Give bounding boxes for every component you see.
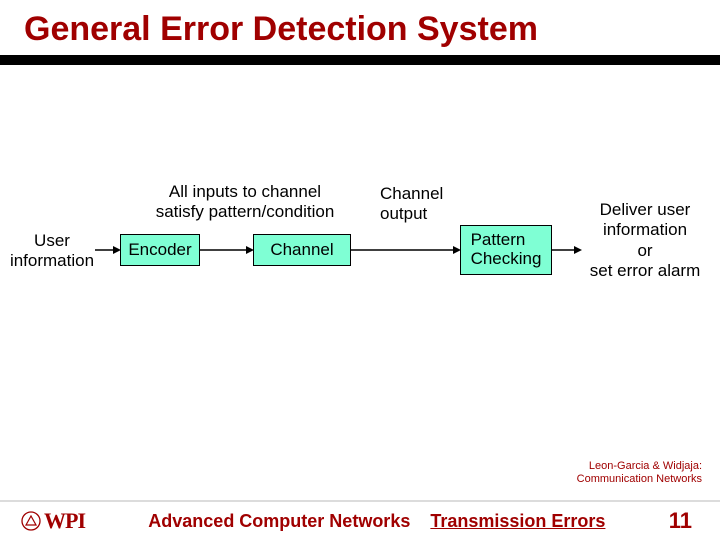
encoder-box: Encoder — [120, 234, 200, 266]
wpi-logo: WPI — [20, 508, 85, 534]
title-bar: General Error Detection System — [0, 0, 720, 65]
attribution-text: Leon-Garcia & Widjaja: Communication Net… — [577, 460, 702, 486]
footer-center: Advanced Computer Networks Transmission … — [148, 511, 605, 532]
wpi-logo-text: WPI — [44, 508, 85, 534]
channel-box: Channel — [253, 234, 351, 266]
user-information-label: User information — [0, 231, 107, 272]
arrow-encoder-to-channel — [200, 244, 254, 256]
channel-output-label: Channel output — [380, 184, 470, 225]
footer: WPI Advanced Computer Networks Transmiss… — [0, 500, 720, 540]
deliver-label: Deliver user information or set error al… — [575, 200, 715, 282]
arrow-channel-to-pattern — [351, 244, 461, 256]
footer-course: Advanced Computer Networks — [148, 511, 410, 531]
wpi-seal-icon — [20, 510, 42, 532]
arrow-user-to-encoder — [95, 244, 121, 256]
all-inputs-label: All inputs to channel satisfy pattern/co… — [140, 182, 350, 223]
pattern-checking-box: Pattern Checking — [460, 225, 552, 275]
page-number: 11 — [669, 508, 692, 534]
diagram-canvas: User information Encoder All inputs to c… — [0, 65, 720, 425]
slide-title: General Error Detection System — [24, 10, 700, 49]
footer-topic: Transmission Errors — [430, 511, 605, 531]
